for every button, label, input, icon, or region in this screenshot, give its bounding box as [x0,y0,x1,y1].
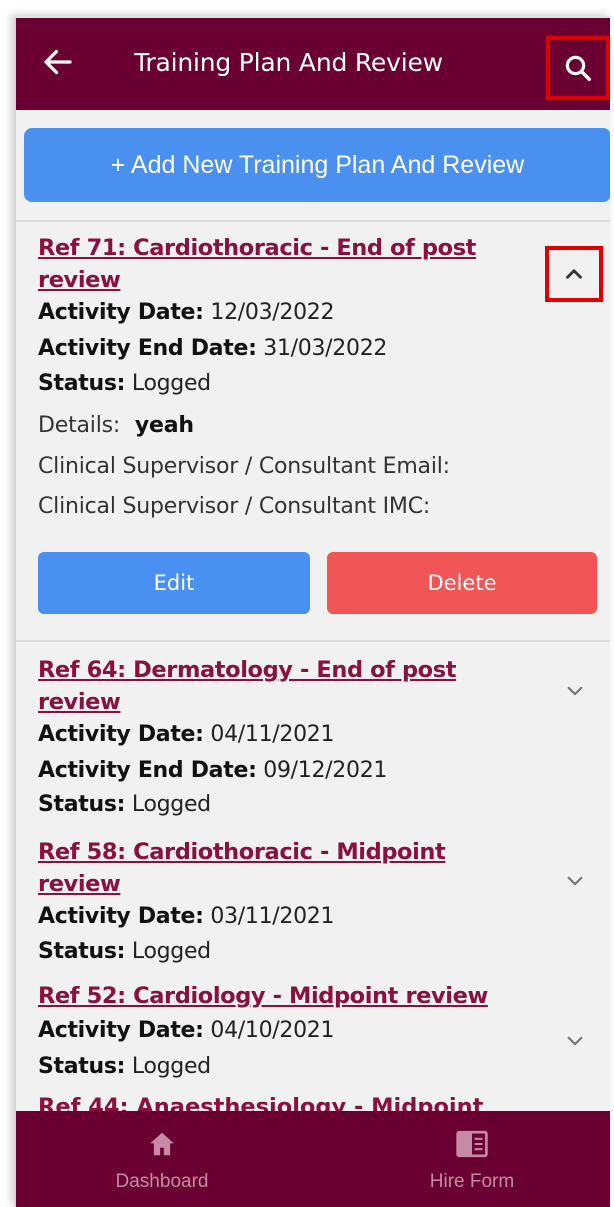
activity-date-value: 12/03/2022 [210,300,335,325]
activity-end-date-row: Activity End Date: 09/12/2021 [38,758,387,783]
activity-date-row: Activity Date: 03/11/2021 [38,904,334,929]
app-frame: Training Plan And Review + Add New Train… [14,16,610,1207]
record-title-link[interactable]: Ref 64: Dermatology - End of post review [38,654,518,718]
details-row: Details: yeah [38,413,194,438]
back-button[interactable] [40,44,80,84]
supervisor-imc-label: Clinical Supervisor / Consultant IMC: [38,494,431,519]
next-record-title-partial[interactable]: Ref 44: Anaesthesiology - Midpoint [38,1094,483,1112]
form-icon [456,1130,488,1158]
activity-date-label: Activity Date: [38,722,204,747]
nav-dashboard-label: Dashboard [115,1171,209,1192]
search-icon [565,55,591,81]
app-bar: Training Plan And Review [16,18,610,110]
search-button[interactable] [546,36,610,100]
record-title-line1: Ref 58: Cardiothoracic - Midpoint [38,839,446,865]
status-value: Logged [131,371,211,396]
status-label: Status: [38,1054,126,1079]
status-label: Status: [38,792,126,817]
status-value: Logged [131,1054,211,1079]
divider [16,640,610,642]
status-row: Status: Logged [38,792,211,817]
edit-button[interactable]: Edit [38,552,310,614]
activity-date-row: Activity Date: 12/03/2022 [38,300,334,325]
activity-end-date-row: Activity End Date: 31/03/2022 [38,336,387,361]
record-title-line1: Ref 71: Cardiothoracic - End of post [38,235,477,261]
activity-end-date-value: 09/12/2021 [263,758,388,783]
record-title-line2: review [38,267,121,293]
chevron-down-icon [567,876,583,886]
activity-end-date-label: Activity End Date: [38,336,257,361]
details-value: yeah [134,413,194,438]
nav-hire-form-label: Hire Form [429,1171,515,1192]
nav-dashboard[interactable]: Dashboard [62,1111,262,1207]
record-title-line1: Ref 64: Dermatology - End of post [38,657,457,683]
activity-date-row: Activity Date: 04/10/2021 [38,1018,334,1043]
chevron-down-icon [567,686,583,696]
divider [16,220,610,222]
activity-end-date-value: 31/03/2022 [263,336,388,361]
activity-date-value: 04/11/2021 [210,722,335,747]
activity-date-row: Activity Date: 04/11/2021 [38,722,334,747]
status-row: Status: Logged [38,1054,211,1079]
delete-button[interactable]: Delete [327,552,597,614]
record-title-link[interactable]: Ref 52: Cardiology - Midpoint review [38,980,558,1012]
record-title-link[interactable]: Ref 71: Cardiothoracic - End of post rev… [38,232,518,296]
record-title-line2: review [38,871,121,897]
status-label: Status: [38,371,126,396]
chevron-up-icon [566,269,582,279]
activity-date-label: Activity Date: [38,1018,204,1043]
page-title: Training Plan And Review [134,48,443,77]
status-label: Status: [38,939,126,964]
status-value: Logged [131,939,211,964]
details-label: Details: [38,413,121,438]
activity-end-date-label: Activity End Date: [38,758,257,783]
record-title-line2: review [38,689,121,715]
home-icon [150,1132,174,1156]
activity-date-value: 04/10/2021 [210,1018,335,1043]
record-title-line1: Ref 52: Cardiology - Midpoint review [38,983,488,1009]
add-training-plan-button[interactable]: + Add New Training Plan And Review [24,128,610,202]
chevron-down-icon [567,1036,583,1046]
record-title-link[interactable]: Ref 58: Cardiothoracic - Midpoint review [38,836,518,900]
status-row: Status: Logged [38,371,211,396]
activity-date-label: Activity Date: [38,904,204,929]
expand-button[interactable] [560,676,590,706]
status-row: Status: Logged [38,939,211,964]
arrow-left-icon [44,49,72,75]
nav-hire-form[interactable]: Hire Form [372,1111,572,1207]
activity-date-label: Activity Date: [38,300,204,325]
expand-button[interactable] [560,866,590,896]
collapse-button[interactable] [545,246,603,302]
supervisor-email-label: Clinical Supervisor / Consultant Email: [38,454,450,479]
status-value: Logged [131,792,211,817]
bottom-navigation: Dashboard Hire Form [16,1111,610,1207]
expand-button[interactable] [560,1026,590,1056]
activity-date-value: 03/11/2021 [210,904,335,929]
